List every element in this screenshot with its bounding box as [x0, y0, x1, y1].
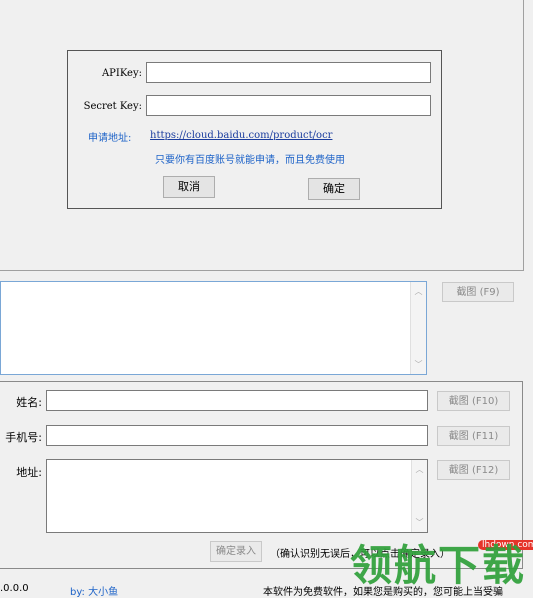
- scroll-up-icon[interactable]: ︿: [411, 286, 426, 297]
- apikey-label: APIKey:: [101, 68, 142, 79]
- address-textarea[interactable]: ︿ ﹀: [46, 459, 428, 533]
- secret-key-input[interactable]: [146, 95, 431, 116]
- capture-f12-button[interactable]: 截图 (F12): [437, 460, 510, 480]
- scroll-down-icon[interactable]: ﹀: [411, 359, 426, 370]
- author-text: by: 大小鱼: [70, 587, 119, 598]
- ocr-result-textarea[interactable]: ︿ ﹀: [0, 281, 427, 375]
- address-scroll-down-icon[interactable]: ﹀: [412, 517, 427, 528]
- capture-f10-button[interactable]: 截图 (F10): [437, 391, 510, 411]
- apply-address-label: 申请地址:: [88, 133, 132, 144]
- apply-url-link[interactable]: https://cloud.baidu.com/product/ocr: [150, 130, 332, 141]
- free-usage-hint: 只要你有百度账号就能申请，而且免费使用: [155, 155, 345, 166]
- secret-key-label: Secret Key:: [83, 101, 142, 112]
- phone-label: 手机号:: [5, 431, 42, 444]
- confirm-button[interactable]: 确定: [308, 178, 360, 200]
- apikey-input[interactable]: [146, 62, 431, 83]
- name-label: 姓名:: [16, 396, 42, 409]
- address-label: 地址:: [16, 466, 42, 479]
- name-input[interactable]: [46, 390, 428, 411]
- version-text: .0.0.0: [0, 583, 29, 594]
- watermark-text: 领航下载: [350, 541, 527, 590]
- submit-entry-button[interactable]: 确定录入: [210, 541, 262, 562]
- phone-input[interactable]: [46, 425, 428, 446]
- capture-f11-button[interactable]: 截图 (F11): [437, 426, 510, 446]
- cancel-button[interactable]: 取消: [163, 176, 215, 198]
- capture-f9-button[interactable]: 截图 (F9): [442, 282, 514, 302]
- apikey-dialog: APIKey: Secret Key: 申请地址: https://cloud.…: [67, 50, 442, 209]
- textarea-scrollbar[interactable]: ︿ ﹀: [410, 282, 426, 374]
- address-scroll-up-icon[interactable]: ︿: [412, 464, 427, 475]
- address-scrollbar[interactable]: ︿ ﹀: [411, 460, 427, 532]
